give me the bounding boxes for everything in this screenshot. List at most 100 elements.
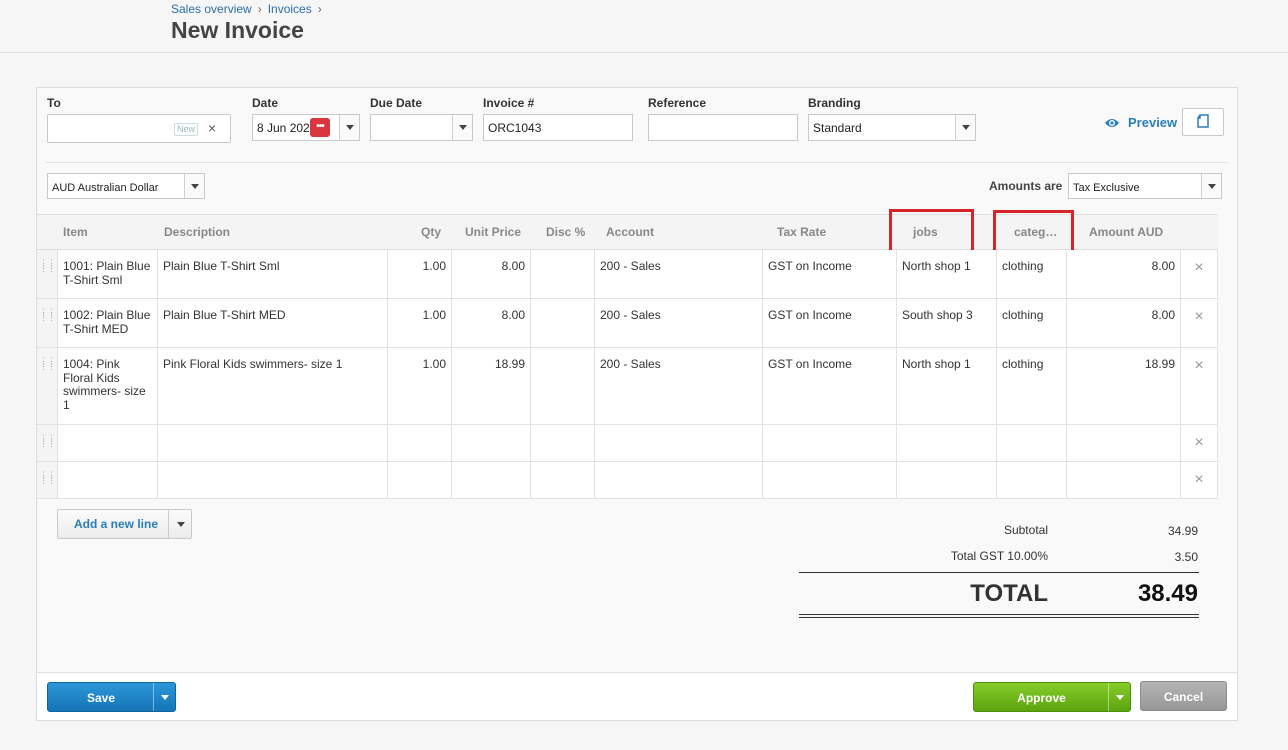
cell-disc[interactable] bbox=[531, 348, 595, 424]
approve-dropdown-button[interactable] bbox=[1108, 683, 1130, 711]
copy-button[interactable] bbox=[1182, 108, 1224, 136]
calendar-icon[interactable]: ••• bbox=[310, 118, 330, 137]
branding-dropdown-button[interactable] bbox=[955, 115, 975, 140]
delete-row-icon[interactable]: × bbox=[1181, 425, 1218, 461]
cell-account[interactable] bbox=[595, 425, 763, 461]
delete-row-icon[interactable]: × bbox=[1181, 348, 1218, 424]
add-line-dropdown-button[interactable] bbox=[168, 510, 192, 538]
cell-item[interactable]: 1004: Pink Floral Kids swimmers- size 1 bbox=[58, 348, 158, 424]
column-header-amount[interactable]: Amount AUD bbox=[1089, 225, 1163, 239]
cell-unit-price[interactable] bbox=[452, 425, 531, 461]
drag-handle-icon[interactable]: ⋮⋮ ⋮⋮ bbox=[37, 462, 58, 498]
cell-account[interactable]: 200 - Sales bbox=[595, 348, 763, 424]
cell-unit-price[interactable]: 8.00 bbox=[452, 250, 531, 298]
cell-qty[interactable]: 1.00 bbox=[388, 299, 452, 347]
cell-item[interactable] bbox=[58, 462, 158, 498]
cell-item[interactable]: 1002: Plain Blue T-Shirt MED bbox=[58, 299, 158, 347]
column-header-qty[interactable]: Qty bbox=[397, 225, 441, 239]
cell-jobs[interactable] bbox=[897, 425, 997, 461]
cell-qty[interactable]: 1.00 bbox=[388, 250, 452, 298]
reference-field[interactable] bbox=[648, 114, 798, 141]
cell-amount[interactable] bbox=[1067, 425, 1181, 461]
cell-category[interactable]: clothing bbox=[997, 348, 1067, 424]
approve-button[interactable]: Approve bbox=[973, 682, 1131, 712]
drag-handle-icon[interactable]: ⋮⋮ ⋮⋮ bbox=[37, 299, 58, 347]
cell-account[interactable]: 200 - Sales bbox=[595, 250, 763, 298]
breadcrumb-invoices[interactable]: Invoices bbox=[268, 2, 312, 16]
invoice-number-value: ORC1043 bbox=[488, 121, 542, 135]
cell-jobs[interactable]: North shop 1 bbox=[897, 250, 997, 298]
table-row: ⋮⋮ ⋮⋮ × bbox=[37, 462, 1218, 499]
delete-row-icon[interactable]: × bbox=[1181, 299, 1218, 347]
preview-link[interactable]: Preview bbox=[1128, 115, 1177, 130]
cell-description[interactable]: Pink Floral Kids swimmers- size 1 bbox=[158, 348, 388, 424]
column-header-disc[interactable]: Disc % bbox=[546, 225, 585, 239]
cell-description[interactable]: Plain Blue T-Shirt MED bbox=[158, 299, 388, 347]
breadcrumb-sales-overview[interactable]: Sales overview bbox=[171, 2, 252, 16]
add-line-button[interactable]: Add a new line bbox=[57, 509, 192, 539]
cell-account[interactable] bbox=[595, 462, 763, 498]
date-dropdown-button[interactable] bbox=[339, 115, 359, 140]
due-date-field[interactable] bbox=[370, 114, 473, 141]
column-header-description[interactable]: Description bbox=[164, 225, 230, 239]
cell-jobs[interactable]: South shop 3 bbox=[897, 299, 997, 347]
cell-category[interactable]: clothing bbox=[997, 250, 1067, 298]
column-header-item[interactable]: Item bbox=[63, 225, 88, 239]
column-header-unit-price[interactable]: Unit Price bbox=[465, 225, 521, 239]
cell-unit-price[interactable]: 8.00 bbox=[452, 299, 531, 347]
cell-tax-rate[interactable] bbox=[763, 425, 897, 461]
delete-row-icon[interactable]: × bbox=[1181, 250, 1218, 298]
cell-disc[interactable] bbox=[531, 299, 595, 347]
cell-unit-price[interactable]: 18.99 bbox=[452, 348, 531, 424]
cell-category[interactable]: clothing bbox=[997, 299, 1067, 347]
cell-unit-price[interactable] bbox=[452, 462, 531, 498]
cell-description[interactable] bbox=[158, 425, 388, 461]
drag-handle-icon[interactable]: ⋮⋮ ⋮⋮ bbox=[37, 425, 58, 461]
cell-qty[interactable] bbox=[388, 462, 452, 498]
cell-tax-rate[interactable]: GST on Income bbox=[763, 348, 897, 424]
cell-tax-rate[interactable]: GST on Income bbox=[763, 250, 897, 298]
save-dropdown-button[interactable] bbox=[153, 683, 175, 711]
cancel-button[interactable]: Cancel bbox=[1140, 681, 1227, 711]
invoice-number-field[interactable]: ORC1043 bbox=[483, 114, 633, 141]
date-field[interactable]: 8 Jun 202 ••• bbox=[252, 114, 360, 141]
cell-disc[interactable] bbox=[531, 425, 595, 461]
cell-jobs[interactable] bbox=[897, 462, 997, 498]
cell-description[interactable] bbox=[158, 462, 388, 498]
cell-category[interactable] bbox=[997, 425, 1067, 461]
cell-amount[interactable]: 18.99 bbox=[1067, 348, 1181, 424]
eye-icon[interactable] bbox=[1104, 116, 1120, 130]
cell-item[interactable] bbox=[58, 425, 158, 461]
drag-handle-icon[interactable]: ⋮⋮ ⋮⋮ bbox=[37, 348, 58, 424]
branding-select[interactable]: Standard bbox=[808, 114, 976, 141]
column-header-tax-rate[interactable]: Tax Rate bbox=[777, 225, 826, 239]
currency-value: AUD Australian Dollar bbox=[52, 182, 159, 194]
currency-dropdown-button[interactable] bbox=[184, 174, 204, 198]
column-header-account[interactable]: Account bbox=[606, 225, 654, 239]
amounts-are-select[interactable]: Tax Exclusive bbox=[1068, 173, 1222, 199]
currency-select[interactable]: AUD Australian Dollar bbox=[47, 173, 205, 199]
to-field[interactable]: New × bbox=[47, 114, 231, 143]
drag-handle-icon[interactable]: ⋮⋮ ⋮⋮ bbox=[37, 250, 58, 298]
subtotal-value: 34.99 bbox=[1167, 524, 1198, 538]
cell-category[interactable] bbox=[997, 462, 1067, 498]
cell-description[interactable]: Plain Blue T-Shirt Sml bbox=[158, 250, 388, 298]
cell-account[interactable]: 200 - Sales bbox=[595, 299, 763, 347]
cell-qty[interactable] bbox=[388, 425, 452, 461]
cell-amount[interactable]: 8.00 bbox=[1067, 299, 1181, 347]
cell-amount[interactable] bbox=[1067, 462, 1181, 498]
delete-row-icon[interactable]: × bbox=[1181, 462, 1218, 498]
cell-jobs[interactable]: North shop 1 bbox=[897, 348, 997, 424]
cell-disc[interactable] bbox=[531, 250, 595, 298]
cell-tax-rate[interactable] bbox=[763, 462, 897, 498]
amounts-are-dropdown-button[interactable] bbox=[1201, 174, 1221, 198]
cell-tax-rate[interactable]: GST on Income bbox=[763, 299, 897, 347]
cell-amount[interactable]: 8.00 bbox=[1067, 250, 1181, 298]
cell-qty[interactable]: 1.00 bbox=[388, 348, 452, 424]
save-button[interactable]: Save bbox=[47, 682, 176, 712]
amounts-are-value: Tax Exclusive bbox=[1073, 182, 1140, 194]
cell-disc[interactable] bbox=[531, 462, 595, 498]
clear-icon[interactable]: × bbox=[208, 120, 216, 136]
due-date-dropdown-button[interactable] bbox=[452, 115, 472, 140]
cell-item[interactable]: 1001: Plain Blue T-Shirt Sml bbox=[58, 250, 158, 298]
